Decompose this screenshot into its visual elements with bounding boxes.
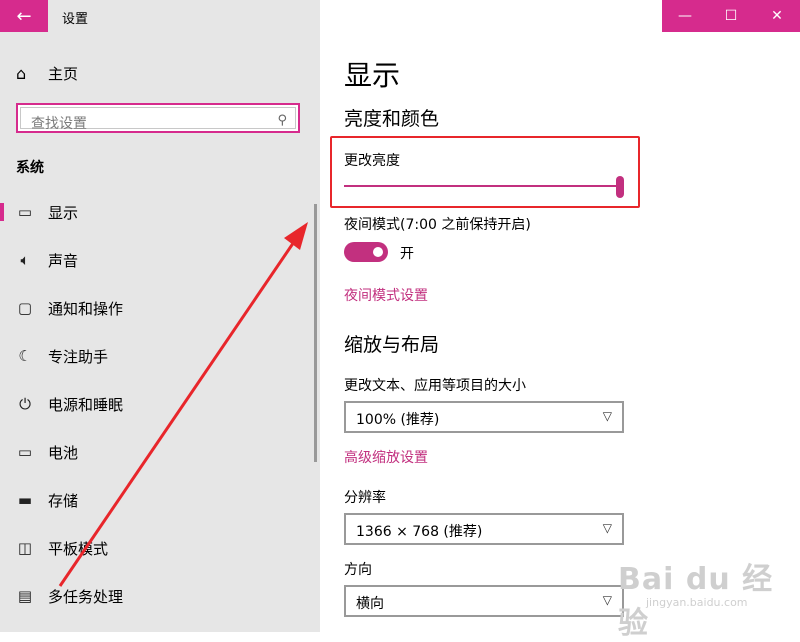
watermark: Bai du 经验 jingyan.baidu.com [612, 548, 792, 641]
annotation-arrow [58, 222, 308, 587]
watermark-url: jingyan.baidu.com [646, 596, 748, 609]
